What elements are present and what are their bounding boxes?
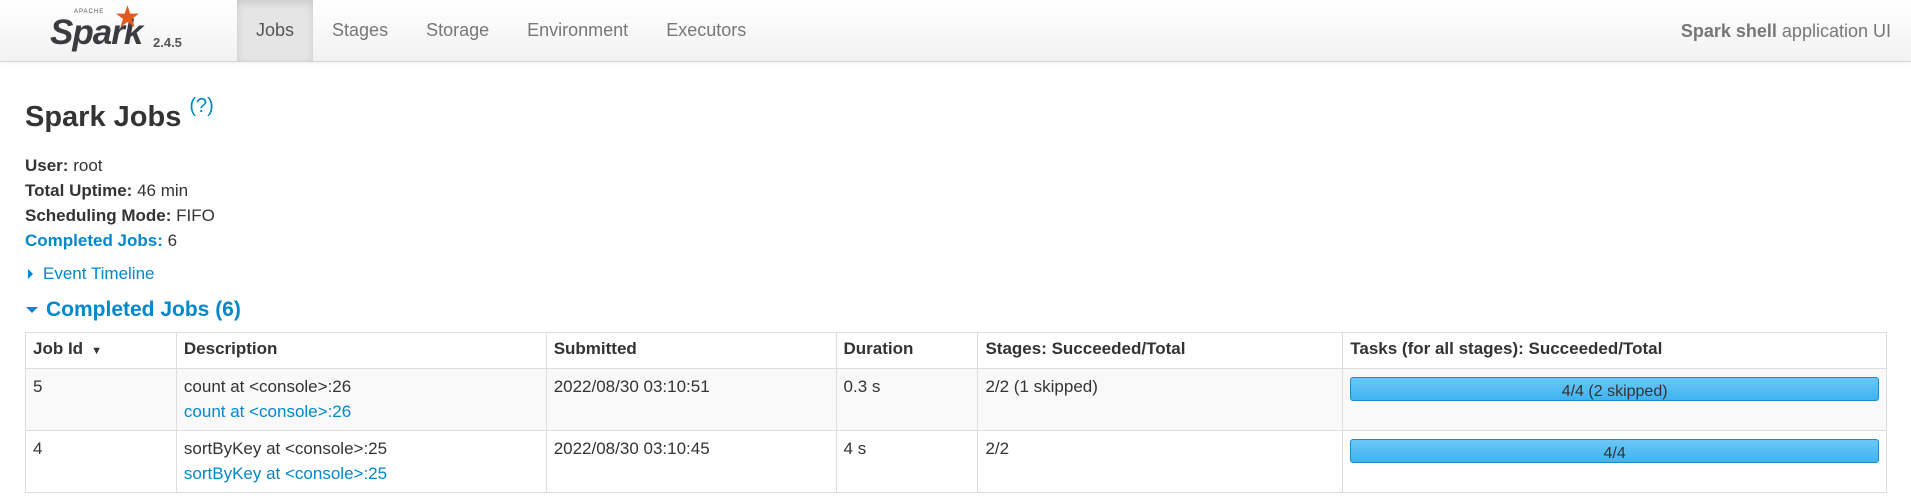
duration-cell: 0.3 s	[835, 367, 978, 431]
table-row: 5 count at <console>:26 count at <consol…	[25, 367, 1887, 431]
table-row: 4 sortByKey at <console>:25 sortByKey at…	[25, 429, 1887, 493]
description-cell: sortByKey at <console>:25 sortByKey at <…	[175, 429, 547, 493]
scheduling-mode-row: Scheduling Mode: FIFO	[25, 203, 1886, 228]
completed-jobs-link[interactable]: Completed Jobs:	[25, 231, 163, 250]
tasks-progress-bar: 4/4 (2 skipped)	[1350, 376, 1879, 401]
main-content: Spark Jobs (?) User: root Total Uptime: …	[0, 95, 1911, 493]
app-name: Spark shell	[1680, 20, 1777, 41]
completed-jobs-toggle[interactable]: Completed Jobs (6)	[25, 298, 1886, 322]
uptime-value: 46 min	[137, 180, 189, 200]
tasks-cell: 4/4 (2 skipped)	[1342, 367, 1887, 431]
navbar: APACHE Spark ★ 2.4.5 Jobs Stages Storage…	[0, 0, 1911, 62]
submitted-cell: 2022/08/30 03:10:51	[545, 367, 837, 431]
tasks-progress-bar: 4/4	[1350, 438, 1879, 463]
tab-storage[interactable]: Storage	[407, 0, 508, 61]
user-label: User:	[25, 155, 69, 175]
event-timeline-toggle[interactable]: Event Timeline	[25, 264, 1886, 284]
job-id-cell: 4	[25, 429, 177, 493]
column-header-label: Job Id	[33, 338, 84, 358]
app-title: Spark shell application UI	[1681, 0, 1891, 62]
version-label: 2.4.5	[153, 35, 182, 50]
column-header-stages[interactable]: Stages: Succeeded/Total	[977, 332, 1343, 369]
event-timeline-label: Event Timeline	[43, 263, 155, 283]
column-header-description[interactable]: Description	[175, 332, 547, 369]
caret-right-icon	[28, 268, 33, 279]
description-text: count at <console>:26	[183, 376, 352, 396]
sort-desc-icon: ▼	[91, 344, 102, 357]
nav-tabs: Jobs Stages Storage Environment Executor…	[237, 0, 765, 61]
job-link[interactable]: count at <console>:26	[184, 402, 351, 421]
table-header-row: Job Id ▼ Description Submitted Duration S…	[25, 332, 1887, 369]
user-row: User: root	[25, 153, 1886, 178]
submitted-cell: 2022/08/30 03:10:45	[545, 429, 837, 493]
page-title: Spark Jobs (?)	[25, 95, 1886, 135]
job-link[interactable]: sortByKey at <console>:25	[184, 464, 387, 483]
column-header-job-id[interactable]: Job Id ▼	[25, 332, 177, 369]
description-cell: count at <console>:26 count at <console>…	[175, 367, 547, 431]
stages-cell: 2/2 (1 skipped)	[977, 367, 1343, 431]
description-text: sortByKey at <console>:25	[183, 438, 388, 458]
tasks-cell: 4/4	[1342, 429, 1887, 493]
job-id-cell: 5	[25, 367, 177, 431]
scheduling-mode-label: Scheduling Mode:	[25, 205, 172, 225]
tab-stages[interactable]: Stages	[313, 0, 407, 61]
uptime-row: Total Uptime: 46 min	[25, 178, 1886, 203]
tab-executors[interactable]: Executors	[647, 0, 765, 61]
summary-list: User: root Total Uptime: 46 min Scheduli…	[25, 153, 1886, 253]
tab-jobs[interactable]: Jobs	[237, 0, 314, 61]
tasks-progress-label: 4/4 (2 skipped)	[1561, 382, 1668, 400]
tab-environment[interactable]: Environment	[508, 0, 647, 61]
column-header-submitted[interactable]: Submitted	[545, 332, 837, 369]
jobs-table: Job Id ▼ Description Submitted Duration S…	[25, 331, 1887, 493]
scheduling-mode-value: FIFO	[176, 205, 215, 225]
spark-logo[interactable]: APACHE Spark ★	[50, 2, 155, 55]
completed-jobs-value: 6	[167, 230, 178, 250]
uptime-label: Total Uptime:	[25, 180, 133, 200]
completed-jobs-heading: Completed Jobs (6)	[46, 297, 241, 321]
tasks-progress-label: 4/4	[1603, 444, 1626, 462]
column-header-tasks[interactable]: Tasks (for all stages): Succeeded/Total	[1342, 332, 1887, 369]
stages-cell: 2/2	[977, 429, 1343, 493]
brand[interactable]: APACHE Spark ★ 2.4.5	[0, 0, 237, 61]
user-value: root	[73, 155, 103, 175]
duration-cell: 4 s	[835, 429, 978, 493]
app-suffix: application UI	[1781, 20, 1891, 41]
help-link[interactable]: (?)	[189, 94, 213, 118]
column-header-duration[interactable]: Duration	[835, 332, 978, 369]
page-title-text: Spark Jobs	[25, 101, 182, 133]
completed-jobs-row: Completed Jobs: 6	[25, 228, 1886, 253]
caret-down-icon	[26, 306, 38, 313]
star-icon: ★	[114, 0, 141, 34]
